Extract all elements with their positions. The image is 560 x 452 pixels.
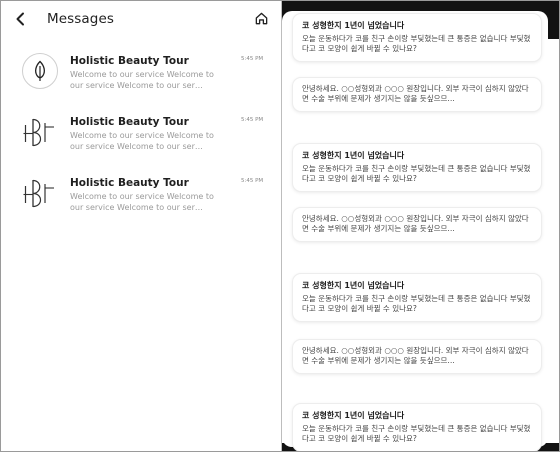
hb-monogram-icon <box>21 174 59 212</box>
conversation-name: Holistic Beauty Tour <box>70 55 189 67</box>
conversation-item[interactable]: Holistic Beauty Tour 5:45 PM Welcome to … <box>1 113 281 173</box>
question-body: 오늘 운동하다가 코를 친구 손이랑 부딪혔는데 큰 통증은 없습니다 부딪혔다… <box>302 34 531 53</box>
hb-monogram-icon <box>21 113 59 151</box>
answer-body: 안녕하세요. ○○성형외과 ○○○ 원장입니다. 외부 자극이 심하지 않았다면… <box>302 214 529 233</box>
conversation-preview: Welcome to our service Welcome to our se… <box>70 70 214 90</box>
question-card[interactable]: 코 성형한지 1년이 넘었습니다 오늘 운동하다가 코를 친구 손이랑 부딪혔는… <box>292 273 542 322</box>
page-title: Messages <box>47 11 115 27</box>
question-title: 코 성형한지 1년이 넘었습니다 <box>302 281 405 290</box>
thread-panel: 코 성형한지 1년이 넘었습니다 오늘 운동하다가 코를 친구 손이랑 부딪혔는… <box>282 11 548 451</box>
app-frame: Messages Holistic Beauty Tour 5:45 PM We… <box>0 0 560 452</box>
question-body: 오늘 운동하다가 코를 친구 손이랑 부딪혔는데 큰 통증은 없습니다 부딪혔다… <box>302 164 531 183</box>
answer-body: 안녕하세요. ○○성형외과 ○○○ 원장입니다. 외부 자극이 심하지 않았다면… <box>302 346 529 365</box>
thread-pane: 코 성형한지 1년이 넘었습니다 오늘 운동하다가 코를 친구 손이랑 부딪혔는… <box>282 1 559 451</box>
conversation-preview: Welcome to our service Welcome to our se… <box>70 192 214 212</box>
question-card[interactable]: 코 성형한지 1년이 넘었습니다 오늘 운동하다가 코를 친구 손이랑 부딪혔는… <box>292 403 542 451</box>
conversation-time: 5:45 PM <box>241 56 264 62</box>
conversation-name: Holistic Beauty Tour <box>70 116 189 128</box>
home-icon[interactable] <box>254 11 269 26</box>
conversation-item[interactable]: Holistic Beauty Tour 5:45 PM Welcome to … <box>1 52 281 112</box>
conversation-preview: Welcome to our service Welcome to our se… <box>70 131 214 151</box>
answer-card[interactable]: 안녕하세요. ○○성형외과 ○○○ 원장입니다. 외부 자극이 심하지 않았다면… <box>292 77 542 112</box>
question-title: 코 성형한지 1년이 넘었습니다 <box>302 21 405 30</box>
answer-card[interactable]: 안녕하세요. ○○성형외과 ○○○ 원장입니다. 외부 자극이 심하지 않았다면… <box>292 339 542 374</box>
chevron-left-icon[interactable] <box>13 11 29 27</box>
conversation-item[interactable]: Holistic Beauty Tour 5:45 PM Welcome to … <box>1 174 281 234</box>
conversation-time: 5:45 PM <box>241 117 264 123</box>
question-title: 코 성형한지 1년이 넘었습니다 <box>302 411 405 420</box>
question-card[interactable]: 코 성형한지 1년이 넘었습니다 오늘 운동하다가 코를 친구 손이랑 부딪혔는… <box>292 143 542 192</box>
question-title: 코 성형한지 1년이 넘었습니다 <box>302 151 405 160</box>
messages-header: Messages <box>1 1 281 39</box>
question-body: 오늘 운동하다가 코를 친구 손이랑 부딪혔는데 큰 통증은 없습니다 부딪혔다… <box>302 424 531 443</box>
answer-card[interactable]: 안녕하세요. ○○성형외과 ○○○ 원장입니다. 외부 자극이 심하지 않았다면… <box>292 207 542 242</box>
question-card[interactable]: 코 성형한지 1년이 넘었습니다 오늘 운동하다가 코를 친구 손이랑 부딪혔는… <box>292 13 542 62</box>
conversation-name: Holistic Beauty Tour <box>70 177 189 189</box>
message-list-pane: Messages Holistic Beauty Tour 5:45 PM We… <box>1 1 281 451</box>
leaf-logo-icon <box>21 52 59 90</box>
question-body: 오늘 운동하다가 코를 친구 손이랑 부딪혔는데 큰 통증은 없습니다 부딪혔다… <box>302 294 531 313</box>
answer-body: 안녕하세요. ○○성형외과 ○○○ 원장입니다. 외부 자극이 심하지 않았다면… <box>302 84 529 103</box>
conversation-time: 5:45 PM <box>241 178 264 184</box>
